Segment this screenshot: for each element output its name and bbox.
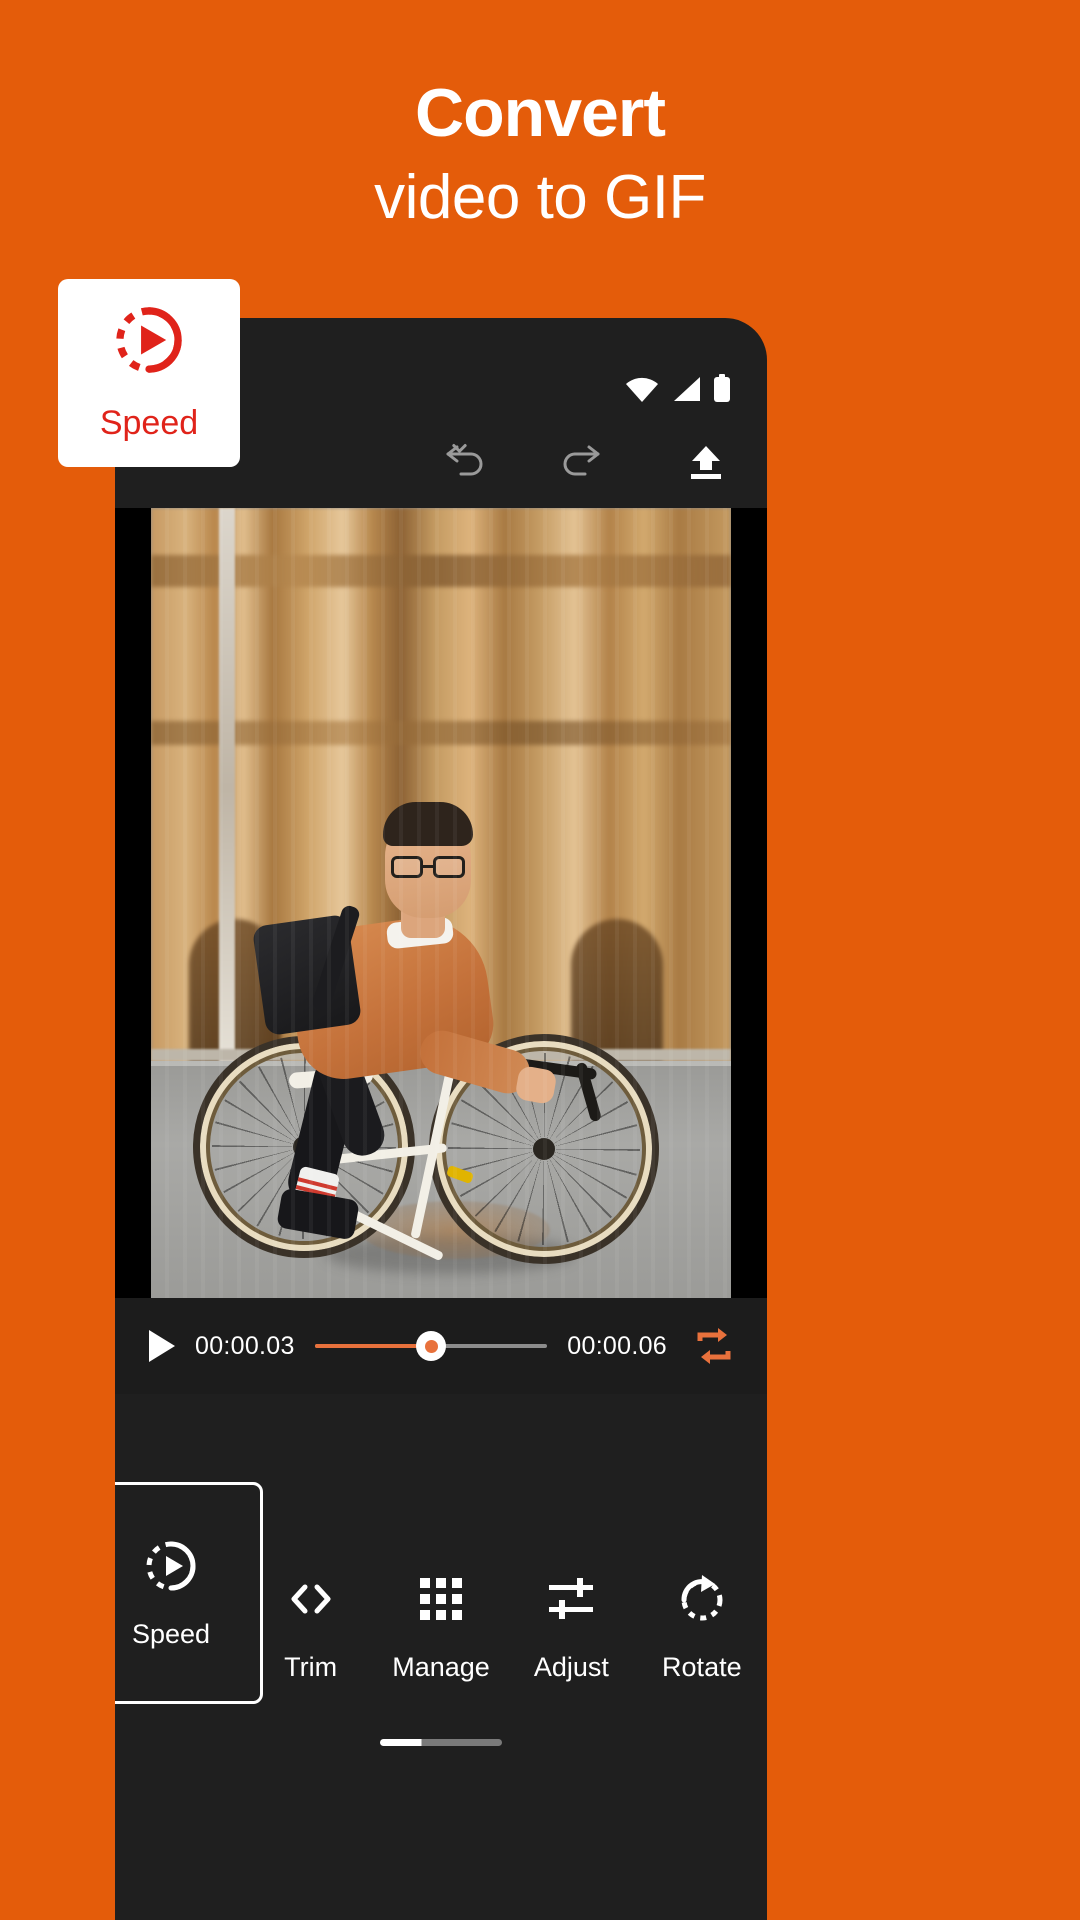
- tool-item-trim[interactable]: Trim: [245, 1570, 375, 1683]
- play-icon[interactable]: [149, 1330, 175, 1362]
- video-scene-cyclist: [151, 508, 731, 1298]
- home-indicator[interactable]: [380, 1739, 502, 1746]
- promo-headline: Convert video to GIF: [0, 70, 1080, 240]
- playback-bar: 00:00.03 00:00.06: [115, 1298, 767, 1394]
- tool-label-speed: Speed: [131, 1618, 211, 1649]
- tool-label-trim: Trim: [284, 1652, 338, 1682]
- speed-card-label: Speed: [99, 404, 199, 442]
- promo-title-line1: Convert: [415, 75, 666, 151]
- cellular-signal-icon: [671, 376, 701, 402]
- playback-slider[interactable]: [314, 1331, 548, 1361]
- battery-icon: [713, 374, 731, 402]
- speed-play-icon: [112, 303, 186, 382]
- slider-fill: [314, 1344, 431, 1348]
- editor-bottom-toolbar: Speed . Trim: [115, 1482, 767, 1774]
- loop-button[interactable]: [687, 1326, 741, 1366]
- slider-knob[interactable]: [416, 1331, 446, 1361]
- grid-icon: [418, 1570, 464, 1628]
- video-frame[interactable]: [151, 508, 731, 1298]
- wifi-icon: [625, 376, 659, 402]
- phone-mockup: 00:00.03 00:00.06 Speed Trim Manage Adju…: [115, 318, 767, 1920]
- tool-item-rotate[interactable]: Rotate: [637, 1570, 767, 1683]
- video-preview-area[interactable]: [115, 508, 767, 1298]
- tool-item-adjust[interactable]: Adjust: [506, 1570, 636, 1683]
- tool-label-adjust: Adjust: [533, 1652, 609, 1682]
- speed-play-icon: [143, 1537, 199, 1595]
- current-time-label: 00:00.03: [195, 1331, 295, 1360]
- tool-item-manage[interactable]: Manage: [376, 1570, 506, 1683]
- total-time-label: 00:00.06: [567, 1331, 667, 1360]
- speed-feature-card[interactable]: Speed: [58, 279, 240, 467]
- tool-label-rotate: Rotate: [662, 1652, 742, 1682]
- tool-label-manage: Manage: [392, 1652, 490, 1682]
- promo-title-line2: video to GIF: [374, 163, 706, 232]
- code-brackets-icon: [283, 1570, 339, 1628]
- redo-button[interactable]: [553, 431, 615, 493]
- rotate-icon: [676, 1570, 728, 1628]
- undo-button[interactable]: [431, 431, 493, 493]
- sliders-icon: [546, 1570, 596, 1628]
- tool-item-speed[interactable]: Speed: [115, 1482, 263, 1704]
- export-button[interactable]: [675, 431, 737, 493]
